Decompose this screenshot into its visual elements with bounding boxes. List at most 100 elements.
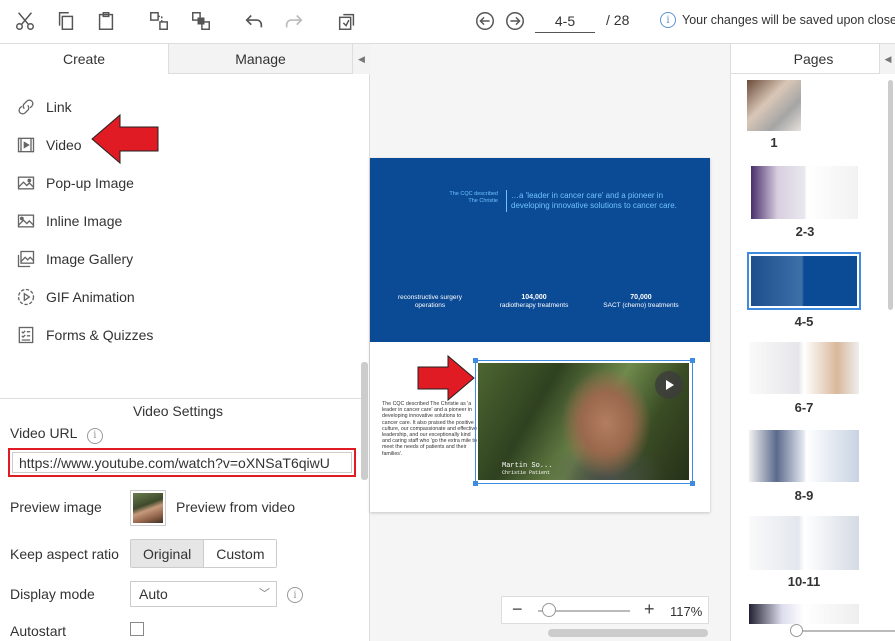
aspect-original-button[interactable]: Original [131,540,205,567]
video-icon [16,135,36,155]
zoom-out-icon[interactable]: − [512,599,523,620]
resize-handle[interactable] [473,481,478,486]
forms-quizzes-icon [16,325,36,345]
create-item-inline-image[interactable]: Inline Image [0,202,360,240]
left-scrollbar[interactable] [361,362,368,480]
autostart-checkbox[interactable] [130,622,144,636]
gif-animation-icon [16,287,36,307]
save-info: i Your changes will be saved upon close [660,12,895,28]
display-mode-select[interactable]: Auto ﹀ [130,581,277,607]
next-page-icon[interactable] [502,8,528,34]
video-caption: Martin So... Christie Patient [502,463,552,477]
page-number: 2-3 [795,224,815,239]
popup-image-icon [16,173,36,193]
create-item-label: Pop-up Image [46,175,134,191]
stat-radiotherapy: 104,000 radiotherapy treatments [490,294,578,310]
create-item-label: Link [46,99,72,115]
red-arrow-annotation [91,113,159,165]
spread-blue-banner: The CQC described The Christie …a 'leade… [370,158,710,342]
thumbnail-size-slider[interactable] [790,624,895,637]
copy-icon[interactable] [53,8,79,34]
resize-handle[interactable] [690,358,695,363]
paste-icon[interactable] [93,8,119,34]
info-icon: i [660,12,676,28]
page-number: 8-9 [794,488,814,503]
stat-label: reconstructive surgery operations [398,294,462,309]
chevron-down-icon: ﹀ [259,588,270,600]
video-caption-line: Martin So... [502,462,553,470]
undo-icon[interactable] [241,8,267,34]
display-mode-value: Auto [139,586,168,602]
quote-text: …a 'leader in cancer care' and a pioneer… [511,191,677,210]
prev-page-icon[interactable] [472,8,498,34]
video-url-label-text: Video URL [10,425,77,441]
create-item-gif-animation[interactable]: GIF Animation [0,278,360,316]
pages-scrollbar[interactable] [886,44,895,314]
page-number: 4-5 [794,314,814,329]
save-info-text: Your changes will be saved upon close [682,13,895,27]
create-item-label: Video [46,137,82,153]
collapse-left-icon[interactable]: ◀ [352,44,370,74]
preview-from-video[interactable]: Preview from video [176,499,295,515]
canvas-horizontal-scrollbar[interactable] [548,629,708,637]
pages-panel: Pages ◀ 1 2-3 4-5 6-7 8-9 10-11 [730,44,895,641]
stat-surgery: reconstructive surgery operations [392,294,468,310]
quote-attribution: The CQC described The Christie [449,191,498,204]
info-icon[interactable]: i [86,427,103,444]
ungroup-icon[interactable] [188,8,214,34]
image-gallery-icon [16,249,36,269]
aspect-ratio-toggle: Original Custom [130,539,278,568]
red-arrow-annotation [417,354,475,402]
video-url-label: Video URL i [10,425,103,444]
page-total: / 28 [606,12,630,28]
autostart-label: Autostart [10,623,67,639]
page-spread: The CQC described The Christie …a 'leade… [370,158,710,512]
page-number: 6-7 [794,400,814,415]
display-mode-label: Display mode [10,586,95,602]
redo-icon[interactable] [281,8,307,34]
create-list: Link Video Pop-up Image Inline Image Ima… [0,88,360,354]
create-item-popup-image[interactable]: Pop-up Image [0,164,360,202]
create-item-label: GIF Animation [46,289,135,305]
pages-title: Pages [731,44,895,74]
settings-title: Video Settings [132,403,224,419]
inline-image-icon [16,211,36,231]
stat-value: 70,000 [630,294,652,301]
play-icon[interactable] [655,371,683,399]
aspect-ratio-label: Keep aspect ratio [10,546,119,562]
zoom-in-icon[interactable]: + [644,599,655,620]
stat-label: radiotherapy treatments [499,302,569,309]
page-range-input[interactable]: 4-5 [535,9,595,33]
create-item-forms-quizzes[interactable]: Forms & Quizzes [0,316,360,354]
spread-body-text: The CQC described The Christie as 'a lea… [382,401,478,457]
zoom-percent: 117% [670,604,703,619]
replace-icon[interactable] [334,8,360,34]
stat-label: SACT (chemo) treatments [603,302,679,309]
create-item-label: Inline Image [46,213,123,229]
create-item-image-gallery[interactable]: Image Gallery [0,240,360,278]
cut-icon[interactable] [12,8,38,34]
video-url-input[interactable] [12,452,352,473]
create-item-video[interactable]: Video [0,126,360,164]
resize-handle[interactable] [690,481,695,486]
zoom-slider-handle[interactable] [542,603,556,617]
quote-divider [506,190,507,212]
preview-image-label: Preview image [10,499,102,515]
canvas-area: The CQC described The Christie …a 'leade… [370,44,730,641]
link-icon [16,97,36,117]
stat-value: 104,000 [521,294,547,301]
create-item-label: Image Gallery [46,251,134,267]
info-icon[interactable]: i [287,587,303,603]
page-number: 1 [770,135,778,150]
create-item-link[interactable]: Link [0,88,360,126]
group-icon[interactable] [146,8,172,34]
video-url-highlight [8,448,356,477]
aspect-custom-button[interactable]: Custom [204,540,277,567]
preview-thumbnail[interactable] [130,490,166,526]
tab-create[interactable]: Create [0,44,168,74]
video-element[interactable]: Martin So... Christie Patient [473,358,695,486]
stat-sact: 70,000 SACT (chemo) treatments [596,294,686,310]
video-caption-line: Christie Patient [502,470,551,476]
tab-manage[interactable]: Manage [168,44,352,74]
create-item-label: Forms & Quizzes [46,327,154,343]
